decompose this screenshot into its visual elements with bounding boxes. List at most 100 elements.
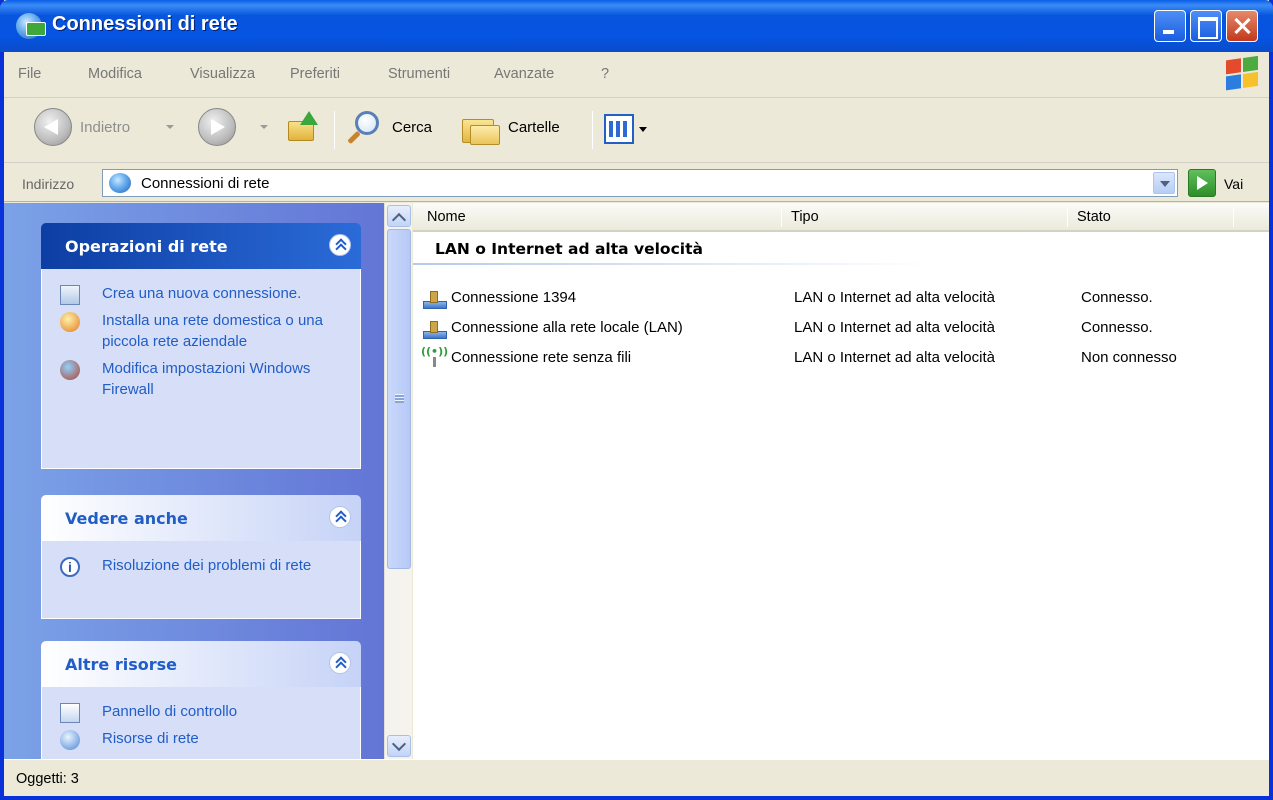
scroll-up-button[interactable]	[387, 205, 411, 227]
task-label[interactable]: Modifica impostazioni Windows Firewall	[102, 360, 310, 398]
toolbar: Indietro Cerca Cartelle	[4, 99, 1269, 163]
menu-strumenti[interactable]: Strumenti	[388, 66, 450, 82]
link-control-panel[interactable]: Pannello di controllo	[60, 701, 348, 723]
column-header-status[interactable]: Stato	[1077, 209, 1111, 225]
network-connections-icon	[16, 13, 46, 39]
search-button[interactable]: Cerca	[392, 119, 432, 136]
close-button[interactable]	[1226, 10, 1258, 42]
menu-file[interactable]: File	[18, 66, 41, 82]
address-bar: Indirizzo Connessioni di rete Vai	[4, 164, 1269, 202]
network-tasks-body: Crea una nuova connessione. Installa una…	[41, 269, 361, 469]
column-header-name[interactable]: Nome	[427, 209, 466, 225]
task-label[interactable]: Risoluzione dei problemi di rete	[102, 557, 311, 574]
menu-avanzate[interactable]: Avanzate	[494, 66, 554, 82]
item-status: Connesso.	[1081, 319, 1153, 336]
windows-logo-icon	[1226, 55, 1260, 95]
see-also-header[interactable]: Vedere anche	[41, 495, 361, 541]
forward-button[interactable]	[198, 108, 236, 146]
network-tasks-header[interactable]: Operazioni di rete	[41, 223, 361, 269]
address-label: Indirizzo	[22, 176, 75, 192]
explorer-window: Connessioni di rete File Modifica Visual…	[0, 0, 1273, 800]
control-panel-icon	[60, 703, 80, 723]
back-label[interactable]: Indietro	[80, 119, 130, 136]
other-places-panel: Altre risorse Pannello di controllo Riso…	[41, 641, 361, 759]
search-icon[interactable]	[345, 111, 383, 149]
other-places-body: Pannello di controllo Risorse di rete	[41, 687, 361, 759]
back-dropdown-icon[interactable]	[166, 125, 174, 129]
info-icon	[60, 557, 80, 578]
status-text: Oggetti: 3	[16, 771, 79, 787]
task-label[interactable]: Crea una nuova connessione.	[102, 285, 301, 302]
views-dropdown-icon[interactable]	[639, 127, 647, 132]
column-divider[interactable]	[781, 207, 782, 227]
item-name[interactable]: Connessione rete senza fili	[451, 349, 631, 366]
menu-visualizza[interactable]: Visualizza	[190, 66, 255, 82]
task-label[interactable]: Pannello di controllo	[102, 703, 237, 720]
network-connections-icon	[109, 173, 131, 193]
file-list: Nome Tipo Stato LAN o Internet ad alta v…	[413, 203, 1269, 759]
minimize-button[interactable]	[1154, 10, 1186, 42]
scroll-down-button[interactable]	[387, 735, 411, 757]
menu-modifica[interactable]: Modifica	[88, 66, 142, 82]
collapse-chevron-icon[interactable]	[329, 234, 351, 256]
address-dropdown-button[interactable]	[1153, 172, 1175, 194]
column-divider[interactable]	[1233, 207, 1234, 227]
item-status: Non connesso	[1081, 349, 1177, 366]
task-create-connection[interactable]: Crea una nuova connessione.	[60, 283, 348, 305]
list-item[interactable]: Connessione 1394 LAN o Internet ad alta …	[413, 285, 1269, 313]
window-title: Connessioni di rete	[52, 13, 238, 35]
item-type: LAN o Internet ad alta velocità	[794, 349, 995, 366]
list-item[interactable]: ((•)) Connessione rete senza fili LAN o …	[413, 345, 1269, 373]
views-icon[interactable]	[604, 114, 634, 144]
task-pane: Operazioni di rete Crea una nuova connes…	[4, 203, 384, 759]
column-header-row: Nome Tipo Stato	[413, 203, 1269, 232]
folders-icon[interactable]	[462, 111, 502, 147]
item-type: LAN o Internet ad alta velocità	[794, 289, 995, 306]
link-network-places[interactable]: Risorse di rete	[60, 728, 348, 750]
see-also-title: Vedere anche	[65, 509, 188, 528]
toolbar-separator	[592, 111, 593, 149]
other-places-header[interactable]: Altre risorse	[41, 641, 361, 687]
scroll-thumb[interactable]	[387, 229, 411, 569]
column-divider[interactable]	[1067, 207, 1068, 227]
folders-button[interactable]: Cartelle	[508, 119, 560, 136]
collapse-chevron-icon[interactable]	[329, 652, 351, 674]
column-header-type[interactable]: Tipo	[791, 209, 819, 225]
lan-icon	[421, 289, 447, 309]
see-also-panel: Vedere anche Risoluzione dei problemi di…	[41, 495, 361, 619]
firewall-icon	[60, 360, 80, 380]
wireless-icon: ((•))	[421, 345, 448, 367]
task-label[interactable]: Installa una rete domestica o una piccol…	[102, 312, 323, 350]
back-arrow-icon	[44, 119, 58, 135]
new-connection-icon	[60, 285, 80, 305]
forward-arrow-icon	[211, 119, 225, 135]
address-input[interactable]: Connessioni di rete	[102, 169, 1178, 197]
status-bar: Oggetti: 3	[4, 759, 1269, 796]
list-item[interactable]: Connessione alla rete locale (LAN) LAN o…	[413, 315, 1269, 343]
go-button[interactable]: Vai	[1224, 176, 1243, 192]
menu-preferiti[interactable]: Preferiti	[290, 66, 340, 82]
network-places-icon	[60, 730, 80, 750]
task-troubleshoot[interactable]: Risoluzione dei problemi di rete	[60, 555, 348, 578]
home-network-icon	[60, 312, 80, 332]
go-arrow-icon[interactable]	[1188, 169, 1216, 197]
item-name[interactable]: Connessione alla rete locale (LAN)	[451, 319, 683, 336]
item-name[interactable]: Connessione 1394	[451, 289, 576, 306]
maximize-button[interactable]	[1190, 10, 1222, 42]
group-divider	[413, 263, 933, 265]
address-value[interactable]: Connessioni di rete	[141, 175, 269, 192]
task-label[interactable]: Risorse di rete	[102, 730, 199, 747]
title-bar[interactable]: Connessioni di rete	[0, 0, 1273, 52]
task-firewall[interactable]: Modifica impostazioni Windows Firewall	[60, 358, 348, 400]
menu-bar: File Modifica Visualizza Preferiti Strum…	[4, 52, 1269, 98]
task-home-network[interactable]: Installa una rete domestica o una piccol…	[60, 310, 348, 352]
menu-help[interactable]: ?	[601, 66, 609, 82]
forward-dropdown-icon[interactable]	[260, 125, 268, 129]
back-button[interactable]	[34, 108, 72, 146]
toolbar-separator	[334, 111, 335, 149]
up-folder-icon[interactable]	[288, 111, 320, 143]
group-header: LAN o Internet ad alta velocità	[435, 240, 703, 258]
see-also-body: Risoluzione dei problemi di rete	[41, 541, 361, 619]
collapse-chevron-icon[interactable]	[329, 506, 351, 528]
task-pane-scrollbar[interactable]	[384, 203, 412, 759]
